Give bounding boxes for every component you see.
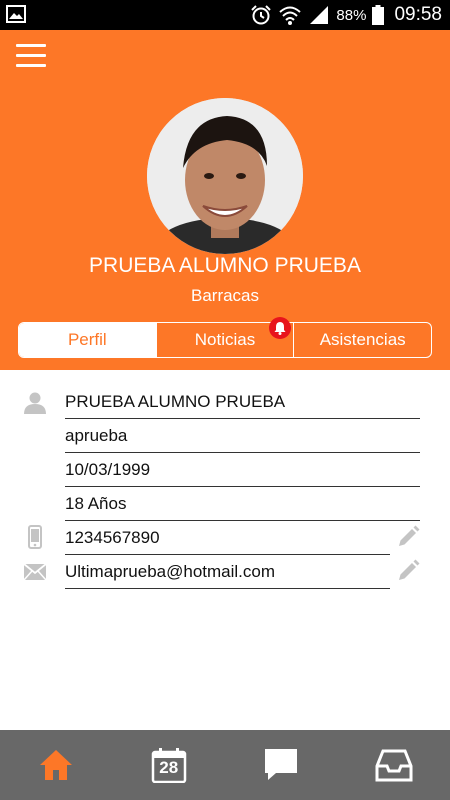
hamburger-menu-icon[interactable]: [16, 44, 46, 68]
phone-value: 1234567890: [65, 527, 160, 547]
mail-icon: [23, 563, 47, 581]
wifi-icon: [279, 6, 302, 25]
home-icon: [40, 750, 73, 780]
person-icon: [24, 392, 46, 414]
inbox-icon: [375, 749, 413, 782]
email-value: Ultimaprueba@hotmail.com: [65, 561, 276, 581]
clock: 09:58: [394, 4, 442, 25]
student-name: PRUEBA ALUMNO PRUEBA: [89, 254, 361, 277]
phone-field: 1234567890: [65, 521, 390, 555]
gallery-icon: [6, 5, 26, 23]
pencil-icon[interactable]: [396, 559, 420, 583]
chat-icon: [265, 749, 298, 780]
age-field: 18 Años: [65, 487, 420, 521]
status-icons: 88% 09:58: [250, 0, 442, 30]
tab-label: Perfil: [67, 330, 107, 349]
phone-icon: [28, 525, 42, 549]
profile-details: PRUEBA ALUMNO PRUEBA aprueba 10/03/1999 …: [0, 370, 450, 730]
username-field: aprueba: [65, 419, 420, 453]
calendar-icon: 28: [151, 747, 187, 784]
status-bar: 88% 09:58: [0, 0, 450, 30]
tab-label: Noticias: [194, 330, 256, 349]
pencil-icon[interactable]: [396, 525, 420, 549]
tab-noticias[interactable]: Noticias: [155, 317, 294, 357]
full-name-value: PRUEBA ALUMNO PRUEBA: [65, 391, 286, 411]
age-value: 18 Años: [65, 493, 127, 513]
calendar-day: 28: [159, 758, 179, 777]
signal-icon: [310, 6, 329, 24]
tab-perfil[interactable]: Perfil: [19, 323, 156, 357]
tab-asistencias[interactable]: Asistencias: [293, 323, 431, 357]
student-location: Barracas: [190, 286, 260, 305]
nav-home[interactable]: [0, 730, 113, 800]
nav-inbox[interactable]: [338, 730, 450, 800]
avatar-photo: [147, 98, 303, 254]
profile-tabs: Perfil Noticias Asistencias: [18, 317, 432, 358]
birth-date-field: 10/03/1999: [65, 453, 420, 487]
username-value: aprueba: [65, 425, 128, 445]
email-field: Ultimaprueba@hotmail.com: [65, 555, 390, 589]
nav-calendar[interactable]: 28: [113, 730, 226, 800]
birth-date-value: 10/03/1999: [65, 459, 151, 479]
bottom-nav: 28: [0, 730, 450, 800]
alarm-icon: [251, 5, 272, 25]
avatar: [147, 98, 303, 254]
nav-messages[interactable]: [225, 730, 338, 800]
bell-icon: [269, 317, 292, 339]
battery-percent: 88%: [336, 6, 367, 24]
profile-header: PRUEBA ALUMNO PRUEBA Barracas Perfil Not…: [0, 30, 450, 370]
battery-icon: [372, 5, 385, 25]
tab-label: Asistencias: [319, 330, 406, 349]
full-name-field: PRUEBA ALUMNO PRUEBA: [65, 385, 420, 419]
